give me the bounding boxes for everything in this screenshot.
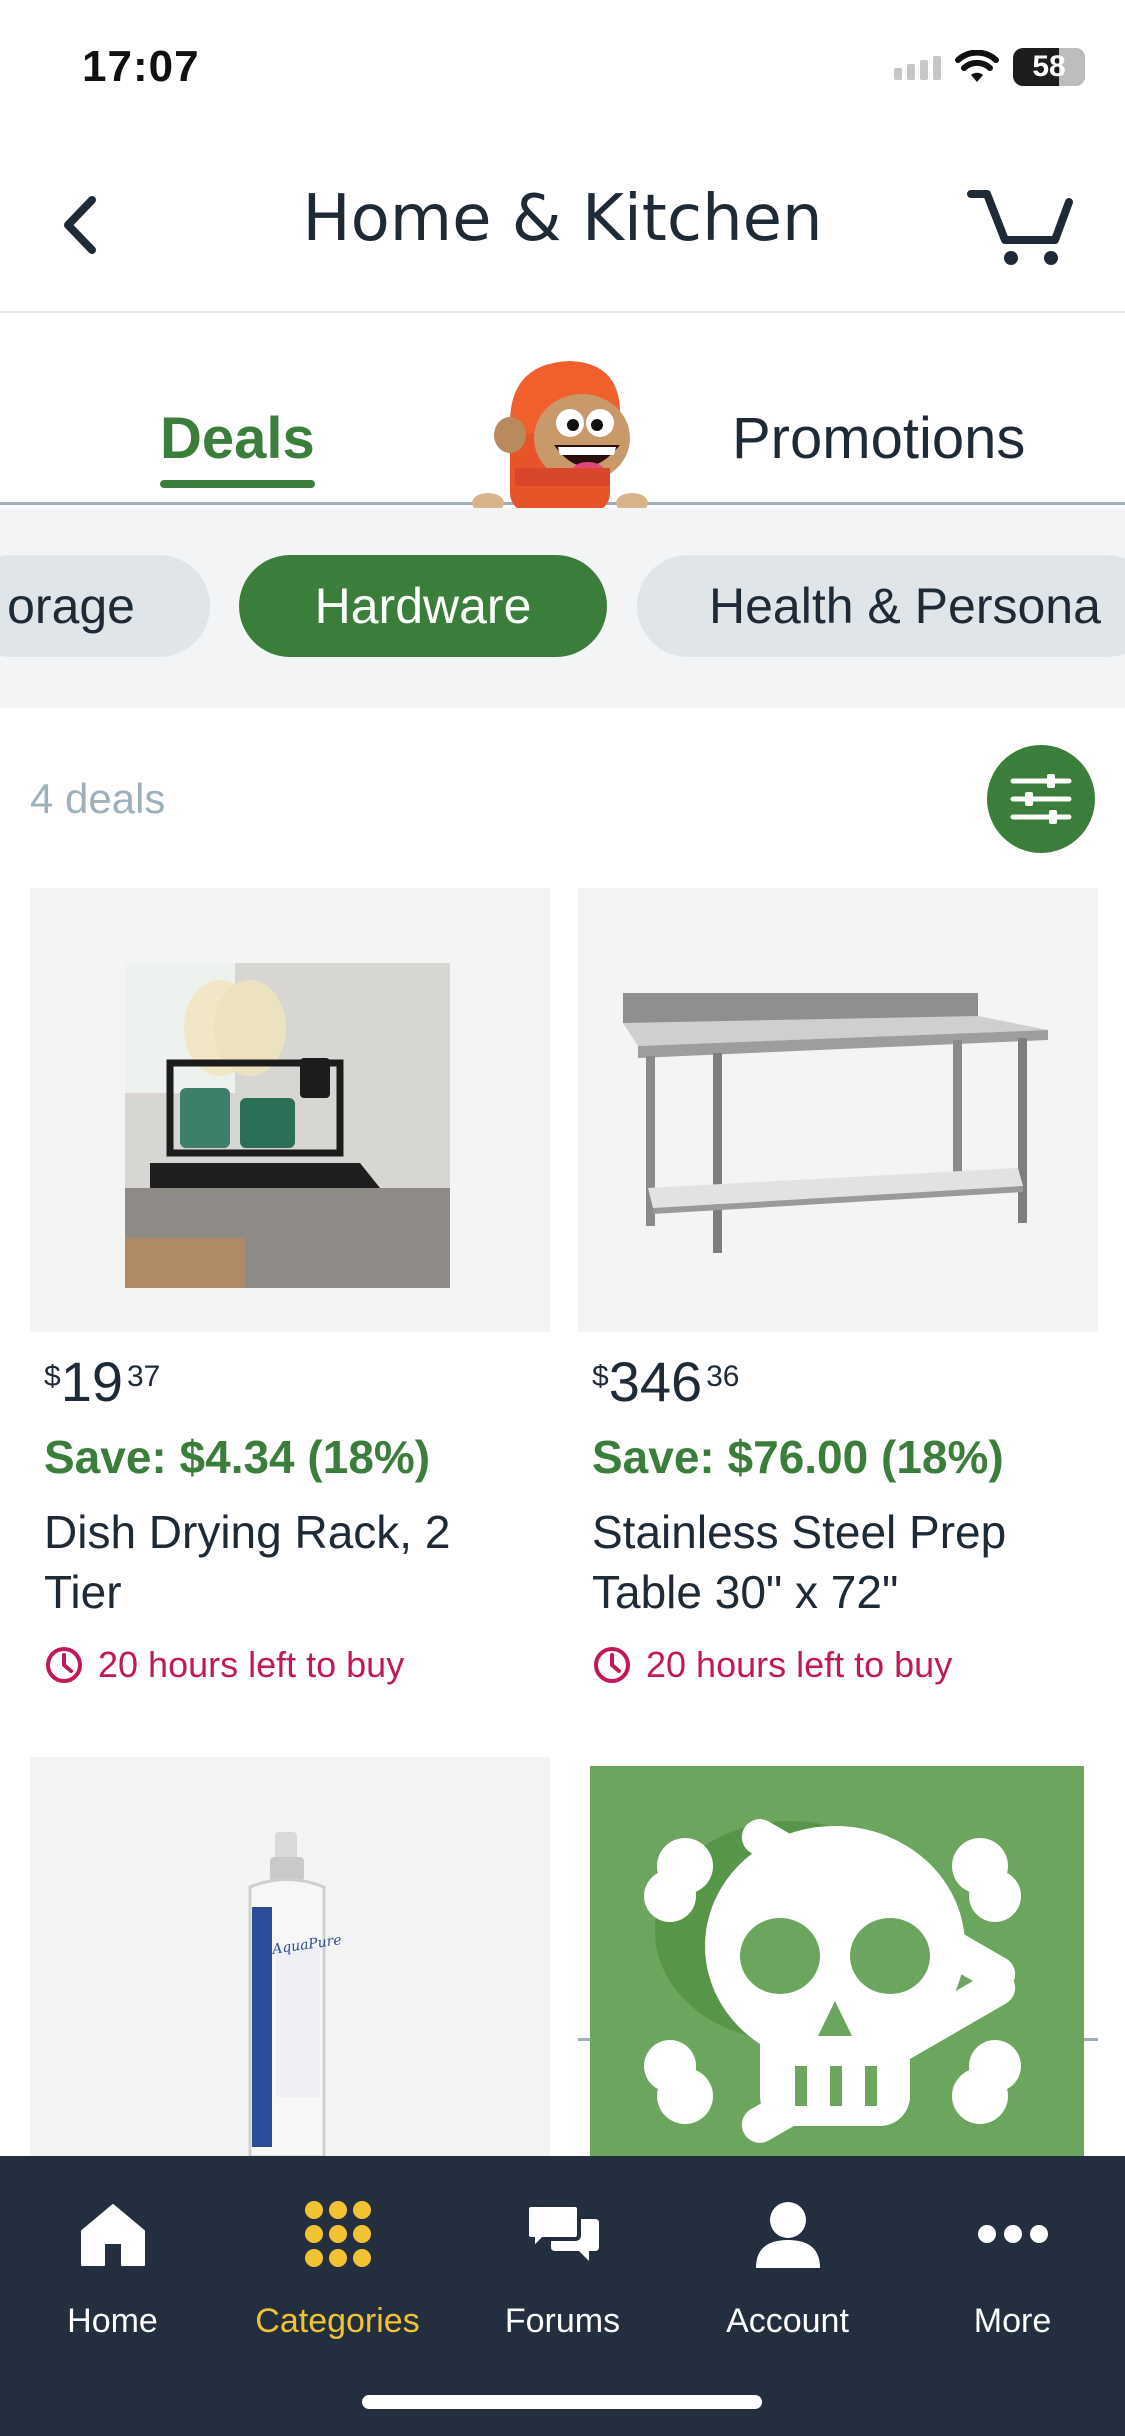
nav-label: Categories	[255, 2302, 420, 2340]
product-name[interactable]: Dish Drying Rack, 2 Tier	[44, 1502, 550, 1622]
product-image[interactable]: AquaPure	[30, 1757, 550, 2157]
tab-promotions[interactable]: Promotions	[732, 405, 1025, 472]
nav-more[interactable]: More	[900, 2194, 1125, 2341]
chip-hardware[interactable]: Hardware	[239, 555, 607, 657]
product-name-line: Table 30" x 72"	[592, 1566, 899, 1618]
bottom-navigation: Home Categories Forums Account More	[0, 2156, 1125, 2436]
home-icon	[80, 2204, 145, 2266]
person-icon	[755, 2202, 820, 2268]
product-savings: Save: $4.34 (18%)	[44, 1431, 431, 1483]
status-icons: 58	[894, 48, 1085, 86]
deals-count: 4 deals	[30, 775, 166, 822]
battery-level: 58	[1032, 50, 1066, 83]
product-name-line: Tier	[44, 1566, 122, 1618]
product-image[interactable]	[578, 888, 1098, 1332]
status-bar: 17:07 58	[0, 0, 1125, 140]
nav-label: Home	[67, 2302, 158, 2340]
nav-label: Account	[726, 2302, 849, 2340]
wifi-icon	[955, 50, 999, 82]
product-name-line: Stainless Steel Prep	[592, 1506, 1007, 1558]
product-name[interactable]: Stainless Steel Prep Table 30" x 72"	[592, 1502, 1098, 1622]
header: Home & Kitchen	[0, 140, 1125, 313]
chat-bubbles-icon	[524, 2203, 599, 2261]
skull-crossbones-icon	[644, 1819, 1021, 2143]
monkey-mascot-icon	[472, 361, 648, 513]
price-whole: 346	[608, 1350, 703, 1413]
filter-button[interactable]	[987, 745, 1095, 853]
deal-time-left: 20 hours left to buy	[44, 1644, 550, 1686]
battery-icon: 58	[1013, 48, 1085, 86]
category-chips: orage Hardware Health & Persona	[0, 508, 1125, 708]
product-name-line: Dish Drying Rack, 2	[44, 1506, 451, 1558]
clock-icon	[46, 1647, 82, 1683]
chip-storage[interactable]: orage	[0, 555, 210, 657]
sliders-icon	[1010, 774, 1072, 824]
time-left-text: 20 hours left to buy	[98, 1644, 405, 1685]
price-fraction: 37	[126, 1360, 161, 1393]
status-time: 17:07	[82, 42, 200, 91]
nav-account[interactable]: Account	[675, 2194, 900, 2341]
deal-tabs: Deals Promotions	[0, 313, 1125, 513]
price-currency: $	[44, 1360, 61, 1393]
deal-time-left: 20 hours left to buy	[592, 1644, 1098, 1686]
product-card[interactable]: $ 19 37 Save: $4.34 (18%) Dish Drying Ra…	[30, 888, 550, 2041]
product-card[interactable]: AquaPure	[30, 1757, 550, 2157]
product-image[interactable]	[30, 888, 550, 1332]
dish-rack-image	[125, 963, 450, 1288]
product-card[interactable]: $ 346 36 Save: $76.00 (18%) Stainless St…	[578, 888, 1098, 2041]
time-left-text: 20 hours left to buy	[646, 1644, 953, 1685]
product-savings: Save: $76.00 (18%)	[592, 1431, 1004, 1483]
chip-health-personal-care[interactable]: Health & Persona	[637, 555, 1125, 657]
product-price: $ 19 37	[44, 1354, 550, 1410]
nav-forums[interactable]: Forums	[450, 2194, 675, 2341]
nav-label: Forums	[504, 2302, 621, 2340]
nav-categories[interactable]: Categories	[225, 2194, 450, 2341]
price-currency: $	[592, 1360, 609, 1393]
home-indicator[interactable]	[362, 2395, 762, 2409]
page-title: Home & Kitchen	[302, 182, 823, 256]
clock-icon	[594, 1647, 630, 1683]
tab-deals[interactable]: Deals	[160, 405, 315, 488]
price-fraction: 36	[706, 1360, 740, 1393]
price-whole: 19	[60, 1350, 123, 1413]
product-card[interactable]	[590, 1766, 1084, 2156]
prep-table-image	[623, 993, 1048, 1253]
nav-label: More	[973, 2302, 1052, 2340]
grid-icon	[304, 2201, 371, 2267]
cellular-signal-icon	[894, 54, 941, 80]
cart-icon[interactable]	[965, 180, 1075, 270]
product-image[interactable]	[590, 1766, 1084, 2156]
more-dots-icon	[977, 2225, 1048, 2243]
water-filter-image	[248, 1832, 326, 2157]
nav-home[interactable]: Home	[0, 2194, 225, 2341]
product-price: $ 346 36	[592, 1354, 1098, 1410]
